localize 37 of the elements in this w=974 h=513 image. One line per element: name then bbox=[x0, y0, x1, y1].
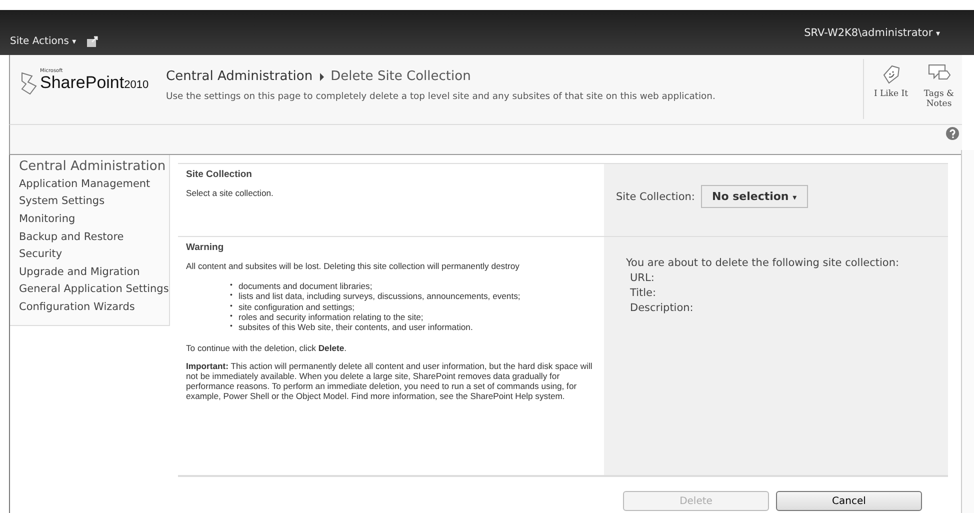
section-title: Warning bbox=[186, 242, 225, 253]
sidebar-item[interactable]: Monitoring bbox=[19, 214, 169, 226]
section-text: Select a site collection. bbox=[186, 188, 274, 198]
sidebar-item[interactable]: General Application Settings bbox=[19, 284, 169, 296]
summary-text: You are about to delete the following site collection: bbox=[626, 257, 900, 269]
sidebar-item[interactable]: Configuration Wizards bbox=[19, 302, 169, 314]
page-description: Use the settings on this page to completely delete a top level site and any subsites of that site on this web application. bbox=[166, 91, 716, 102]
sidebar-heading[interactable]: Central Administration bbox=[19, 160, 169, 175]
field-label: Title: bbox=[629, 287, 658, 299]
important-text: Important: This action will permanently delete all content and user information, but the hard disk space will not be immediately available. When you delete a large site, SharePoint removes data gradually for performance reasons. To perform an immediate deletion, you need to run a set of commands using, for example, Power Shell or the Object Model. Find more information, see the SharePoint Help system. bbox=[186, 360, 594, 401]
social-button[interactable]: Tags & Notes bbox=[920, 63, 958, 119]
breadcrumb-link[interactable]: Central Administration bbox=[166, 69, 313, 84]
section-title: Site Collection bbox=[186, 169, 253, 180]
site-actions-menu[interactable]: Site Actions ▾ bbox=[10, 36, 76, 46]
list-item: lists and list data, including surveys, discussions, announcements, events; bbox=[238, 291, 520, 302]
logo-text: SharePoint2010 bbox=[40, 74, 149, 91]
sidebar-item[interactable]: Application Management bbox=[19, 178, 169, 190]
sidebar-item[interactable]: Upgrade and Migration bbox=[19, 266, 169, 278]
social-button[interactable]: I Like It bbox=[872, 63, 910, 119]
field-label: Description: bbox=[629, 302, 694, 314]
field-label: Site Collection: bbox=[616, 190, 695, 202]
sidebar-item[interactable]: System Settings bbox=[19, 196, 169, 208]
user-menu[interactable]: SRV-W2K8\administrator ▾ bbox=[804, 27, 940, 39]
list-item: documents and document libraries; bbox=[238, 281, 372, 292]
sidebar-item[interactable]: Security bbox=[19, 249, 169, 261]
section-text: All content and subsites will be lost. Deleting this site collection will permanently destroy bbox=[186, 261, 520, 271]
list-item: roles and security information relating to the site; bbox=[238, 312, 424, 322]
sidebar-item[interactable]: Backup and Restore bbox=[19, 232, 169, 244]
list-item: subsites of this Web site, their contents, and user information. bbox=[238, 322, 473, 333]
continue-text: To continue with the deletion, click Delete. bbox=[186, 342, 348, 353]
action-button[interactable]: Cancel bbox=[776, 491, 922, 511]
field-label: URL: bbox=[629, 272, 656, 284]
list-item: site configuration and settings; bbox=[238, 302, 355, 312]
breadcrumb-arrow-icon bbox=[318, 72, 325, 80]
site-collection-dropdown[interactable]: No selection ▾ bbox=[700, 185, 808, 208]
page-title: Delete Site Collection bbox=[330, 69, 471, 84]
help-icon[interactable] bbox=[946, 127, 959, 140]
